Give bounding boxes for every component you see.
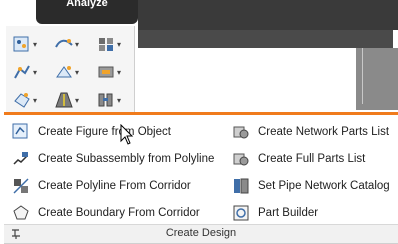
menu-item-label: Create Network Parts List (258, 126, 390, 138)
adjacent-panel-divider (362, 48, 393, 104)
menu-item-create-subassembly[interactable]: Create Subassembly from Polyline (12, 148, 218, 170)
ribbon-background (138, 0, 398, 30)
chevron-down-icon: ▾ (117, 95, 122, 105)
alignment-icon (55, 39, 73, 48)
polyline-corridor-icon (13, 178, 29, 194)
menu-item-network-parts-list[interactable]: Create Network Parts List (232, 121, 393, 143)
chevron-down-icon: ▾ (75, 67, 80, 77)
menu-item-full-parts-list[interactable]: Create Full Parts List (232, 148, 369, 170)
subassembly-icon (13, 152, 28, 165)
menu-item-label: Set Pipe Network Catalog (258, 180, 390, 192)
parcel-tool-button[interactable]: ▾ (12, 88, 46, 112)
menu-item-label: Create Subassembly from Polyline (38, 153, 215, 165)
create-design-panel: ▾ ▾ ▾ ▾ ▾ ▾ ▾ ▾ ▾ (6, 26, 135, 116)
chevron-down-icon: ▾ (117, 67, 122, 77)
pipe-network-tool-button[interactable]: ▾ (96, 88, 130, 112)
chevron-down-icon: ▾ (33, 95, 38, 105)
menu-item-create-figure[interactable]: Create Figure from Object (12, 121, 175, 143)
alignment-tool-button[interactable]: ▾ (54, 32, 88, 56)
menu-item-label: Create Boundary From Corridor (38, 207, 200, 219)
panel-title: Create Design (165, 227, 237, 239)
grading-icon (98, 66, 114, 78)
pipe-catalog-icon (234, 178, 249, 194)
points-icon (13, 36, 29, 52)
menu-item-label: Create Full Parts List (258, 153, 366, 165)
mouse-cursor-icon (120, 124, 134, 145)
create-design-dropdown: Create Figure from Object Create Subasse… (4, 112, 398, 244)
ribbon-tab-analyze[interactable]: Analyze (36, 0, 138, 24)
feature-line-icon (99, 38, 113, 51)
corridor-tool-button[interactable]: ▾ (54, 88, 88, 112)
chevron-down-icon: ▾ (117, 39, 122, 49)
feature-line-tool-button[interactable]: ▾ (96, 32, 130, 56)
profile-tool-button[interactable]: ▾ (12, 60, 46, 84)
network-parts-list-icon (233, 126, 249, 139)
corridor-icon (55, 92, 73, 108)
ribbon-background-lower (138, 30, 393, 48)
chevron-down-icon: ▾ (33, 39, 38, 49)
adjacent-panel (356, 48, 398, 110)
pipe-network-icon (98, 93, 113, 107)
menu-item-create-polyline[interactable]: Create Polyline From Corridor (12, 175, 195, 197)
parcel-icon (14, 93, 30, 108)
chevron-down-icon: ▾ (75, 39, 80, 49)
profile-icon (14, 65, 30, 79)
menu-item-part-builder[interactable]: Part Builder (232, 202, 322, 224)
panel-footer[interactable]: Create Design (4, 224, 398, 243)
surface-icon (56, 66, 72, 78)
menu-item-label: Create Figure from Object (38, 126, 171, 138)
part-builder-icon (233, 205, 249, 221)
chevron-down-icon: ▾ (33, 67, 38, 77)
menu-item-label: Create Polyline From Corridor (38, 180, 191, 192)
figure-from-object-icon (12, 123, 28, 139)
points-tool-button[interactable]: ▾ (12, 32, 46, 56)
grading-tool-button[interactable]: ▾ (96, 60, 130, 84)
boundary-icon (13, 205, 29, 220)
chevron-down-icon: ▾ (75, 95, 80, 105)
menu-item-create-boundary[interactable]: Create Boundary From Corridor (12, 202, 204, 224)
surface-tool-button[interactable]: ▾ (54, 60, 88, 84)
menu-item-pipe-network-catalog[interactable]: Set Pipe Network Catalog (232, 175, 394, 197)
ribbon-tab-label: Analyze (66, 0, 108, 9)
menu-item-label: Part Builder (258, 207, 319, 219)
full-parts-list-icon (233, 153, 249, 166)
